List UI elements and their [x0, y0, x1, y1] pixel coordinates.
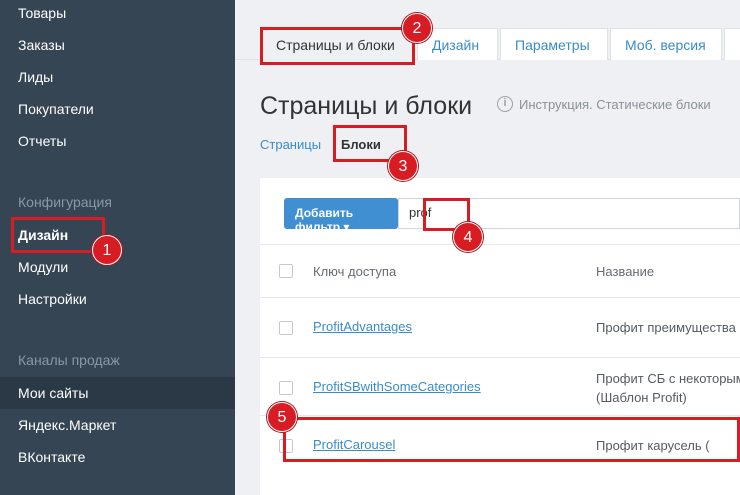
sidebar-item-design[interactable]: Дизайн: [18, 227, 68, 243]
select-all-checkbox[interactable]: [279, 264, 293, 278]
table-row[interactable]: ProfitAdvantages Профит преимущества: [260, 297, 740, 357]
info-icon: i: [497, 96, 513, 112]
sidebar-item-vkontakte[interactable]: ВКонтакте: [18, 449, 85, 465]
blocks-panel: Добавить фильтр ▾ prof Ключ доступа Назв…: [260, 178, 740, 495]
annotation-badge-2: 2: [402, 13, 432, 43]
page-title: Страницы и блоки: [260, 92, 473, 120]
help-link[interactable]: i Инструкция. Статические блоки: [497, 96, 711, 112]
sidebar-item-leads[interactable]: Лиды: [18, 69, 53, 85]
tab-mobile[interactable]: Моб. версия: [610, 28, 722, 60]
table-row[interactable]: ProfitCarousel Профит карусель (: [260, 415, 740, 475]
row-key-link[interactable]: ProfitCarousel: [313, 437, 395, 452]
column-key: Ключ доступа: [313, 264, 397, 279]
row-name: Профит карусель (: [596, 438, 710, 453]
filter-input[interactable]: prof: [398, 198, 740, 229]
tab-more[interactable]: [724, 28, 740, 60]
sidebar-section-channels: Каналы продаж: [18, 352, 120, 368]
column-name: Название: [596, 264, 655, 279]
help-text: Инструкция. Статические блоки: [519, 96, 711, 112]
row-name-line2: (Шаблон Profit): [596, 390, 687, 405]
annotation-badge-3: 3: [388, 151, 418, 181]
table-row[interactable]: ProfitSBwithSomeCategories Профит СБ с н…: [260, 357, 740, 415]
sidebar-item-my-sites[interactable]: Мои сайты: [18, 385, 88, 401]
main-content: Страницы и блоки Дизайн Параметры Моб. в…: [235, 0, 740, 495]
annotation-badge-4: 4: [453, 222, 483, 252]
add-filter-button[interactable]: Добавить фильтр ▾: [284, 198, 398, 234]
tab-pages-blocks[interactable]: Страницы и блоки: [261, 28, 415, 60]
sidebar-item-products[interactable]: Товары: [18, 5, 66, 21]
annotation-badge-5: 5: [267, 402, 297, 432]
row-name: Профит СБ с некоторыми: [596, 371, 740, 386]
row-name: Профит преимущества: [596, 320, 736, 335]
subnav-blocks[interactable]: Блоки: [341, 137, 381, 152]
tab-parameters[interactable]: Параметры: [500, 28, 608, 60]
sidebar-item-yandex-market[interactable]: Яндекс.Маркет: [18, 417, 116, 433]
subnav-pages[interactable]: Страницы: [260, 137, 321, 152]
row-checkbox[interactable]: [279, 439, 293, 453]
row-checkbox[interactable]: [279, 381, 293, 395]
sidebar-item-modules[interactable]: Модули: [18, 259, 68, 275]
row-checkbox[interactable]: [279, 321, 293, 335]
sidebar-item-settings[interactable]: Настройки: [18, 291, 87, 307]
table-header: Ключ доступа Название: [260, 244, 740, 297]
sidebar-item-reports[interactable]: Отчеты: [18, 133, 66, 149]
row-key-link[interactable]: ProfitSBwithSomeCategories: [313, 379, 481, 394]
annotation-badge-1: 1: [92, 235, 122, 265]
sidebar-item-customers[interactable]: Покупатели: [18, 101, 94, 117]
sidebar-section-config: Конфигурация: [18, 194, 112, 210]
sidebar-item-orders[interactable]: Заказы: [18, 37, 65, 53]
row-key-link[interactable]: ProfitAdvantages: [313, 319, 412, 334]
tab-bar: Страницы и блоки Дизайн Параметры Моб. в…: [235, 0, 740, 60]
